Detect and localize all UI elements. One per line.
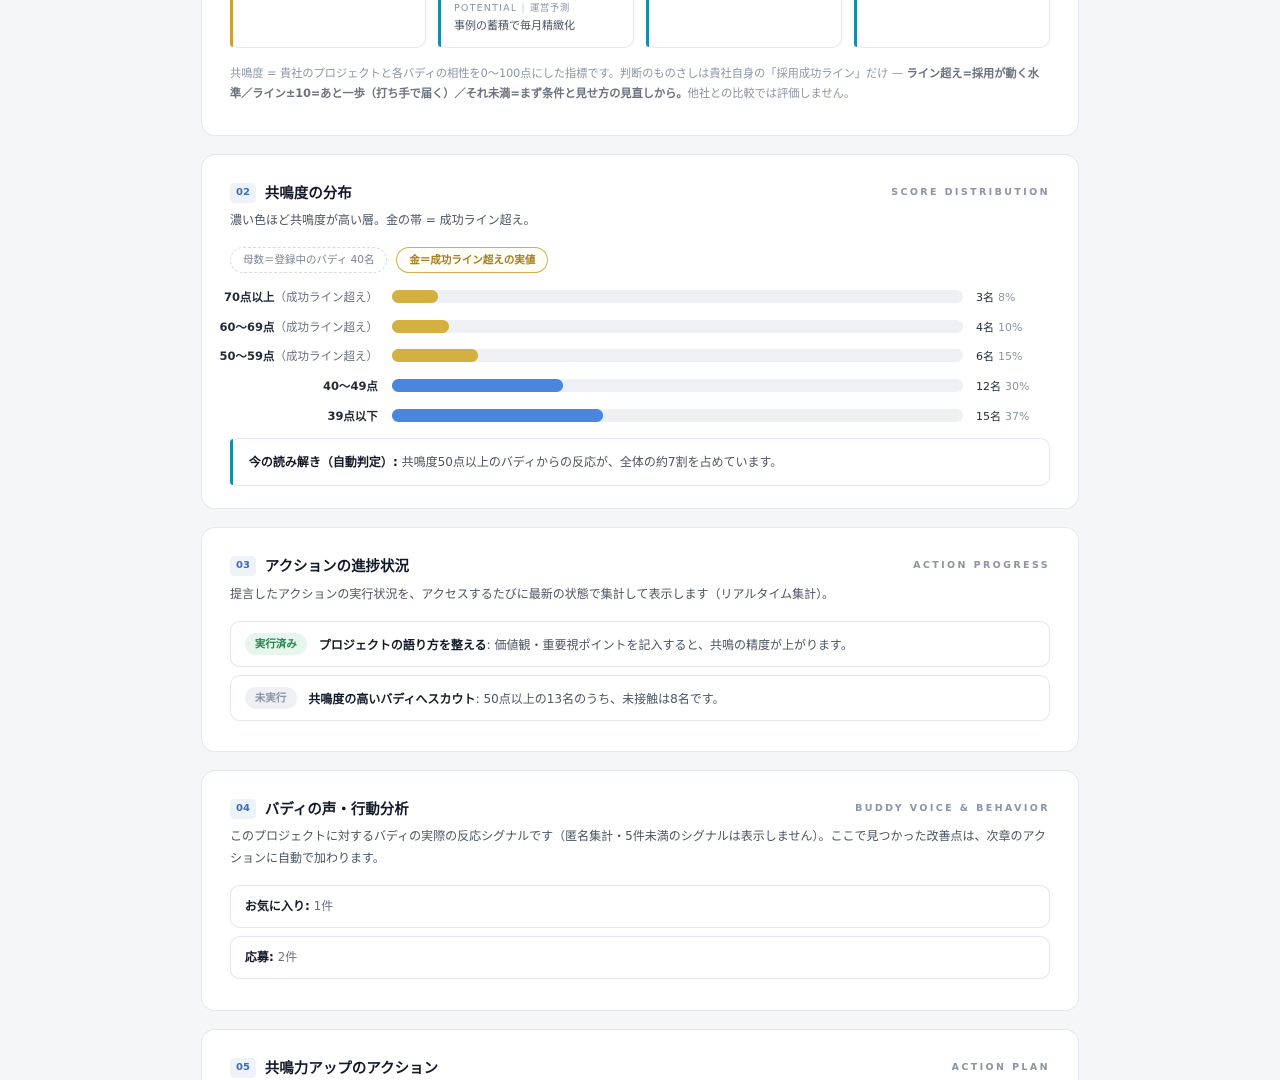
section-header: 04 バディの声・行動分析 BUDDY VOICE & BEHAVIOR <box>230 799 1050 819</box>
section-number: 04 <box>230 799 256 819</box>
legend-chips: 母数＝登録中のバディ 40名 金＝成功ライン超えの実値 <box>230 247 549 273</box>
distribution-row: 40〜49点 12名 30% <box>230 376 1050 406</box>
bar-label: 50〜59点（成功ライン超え） <box>219 349 378 364</box>
bar-below-line <box>392 408 604 422</box>
metric-tile <box>230 0 426 48</box>
section-english-label: BUDDY VOICE & BEHAVIOR <box>855 803 1050 814</box>
bar-value: 3名 8% <box>976 291 1016 304</box>
bar-value: 15名 37% <box>976 409 1030 423</box>
action-text: 共鳴度の高いバディへスカウト: 50点以上の13名のうち、未接触は8名です。 <box>308 691 725 706</box>
distribution-row: 60〜69点（成功ライン超え） 4名 10% <box>219 317 1050 347</box>
metric-tile <box>854 0 1050 48</box>
action-text: プロジェクトの語り方を整える: 価値観・重要視ポイントを記入すると、共鳴の精度が… <box>319 637 853 652</box>
score-explanation-note: 共鳴度 = 貴社のプロジェクトと各バディの相性を0〜100点にした指標です。判断… <box>230 67 1040 100</box>
bar-value: 12名 30% <box>976 380 1030 394</box>
bar-value: 4名 10% <box>976 320 1023 334</box>
bar-track <box>392 379 963 393</box>
bar-track <box>392 408 963 422</box>
metric-tag: POTENTIAL | 運営予測 <box>454 3 570 14</box>
section-description: このプロジェクトに対するバディの実際の反応シグナルです（匿名集計・5件未満のシグ… <box>230 829 1046 865</box>
metric-tile-potential: POTENTIAL | 運営予測 事例の蓄積で毎月精緻化 <box>438 0 634 48</box>
bar-value: 6名 15% <box>976 350 1023 364</box>
bar-label: 40〜49点 <box>322 379 378 394</box>
section-english-label: SCORE DISTRIBUTION <box>891 187 1050 198</box>
section-title: バディの声・行動分析 <box>265 802 409 818</box>
bar-label: 70点以上（成功ライン超え） <box>223 290 378 304</box>
distribution-row: 50〜59点（成功ライン超え） 6名 15% <box>219 346 1050 376</box>
bar-above-line <box>392 319 450 333</box>
bar-track <box>392 319 963 333</box>
metric-tile <box>646 0 842 48</box>
buddy-voice-section: 04 バディの声・行動分析 BUDDY VOICE & BEHAVIOR このプ… <box>201 770 1079 1011</box>
action-plan-section: 05 共鳴力アップのアクション ACTION PLAN <box>201 1029 1079 1080</box>
section-number: 02 <box>230 183 256 203</box>
auto-insight-callout: 今の読み解き（自動判定）: 共鳴度50点以上のバディからの反応が、全体の約7割を… <box>230 438 1050 486</box>
score-distribution-section: 02 共鳴度の分布 SCORE DISTRIBUTION 濃い色ほど共鳴度が高い… <box>201 154 1079 509</box>
bar-label: 60〜69点（成功ライン超え） <box>219 319 378 334</box>
section-english-label: ACTION PLAN <box>951 1062 1050 1073</box>
action-item[interactable]: 実行済み プロジェクトの語り方を整える: 価値観・重要視ポイントを記入すると、共… <box>230 621 1050 667</box>
section-header: 05 共鳴力アップのアクション ACTION PLAN <box>230 1058 1050 1078</box>
section-english-label: ACTION PROGRESS <box>913 560 1050 571</box>
bar-above-line <box>392 290 438 303</box>
base-count-chip: 母数＝登録中のバディ 40名 <box>230 247 388 273</box>
success-line-chip: 金＝成功ライン超えの実値 <box>396 247 549 273</box>
action-item[interactable]: 未実行 共鳴度の高いバディへスカウト: 50点以上の13名のうち、未接触は8名で… <box>230 675 1050 721</box>
section-description: 濃い色ほど共鳴度が高い層。金の帯 = 成功ライン超え。 <box>230 213 536 227</box>
status-badge-todo: 未実行 <box>245 687 297 709</box>
section-title: 共鳴力アップのアクション <box>265 1061 439 1077</box>
bar-track <box>392 349 963 363</box>
section-header: 03 アクションの進捗状況 ACTION PROGRESS <box>230 556 1050 576</box>
metric-caption: 事例の蓄積で毎月精緻化 <box>454 19 575 32</box>
distribution-row: 39点以下 15名 37% <box>230 406 1050 436</box>
section-title: アクションの進捗状況 <box>265 559 410 575</box>
section-title: 共鳴度の分布 <box>265 186 352 202</box>
bar-label: 39点以下 <box>327 408 378 423</box>
favorites-stat: お気に入り: 1件 <box>230 885 1050 928</box>
summary-card: POTENTIAL | 運営予測 事例の蓄積で毎月精緻化 共鳴度 = 貴社のプロジェ… <box>201 0 1079 136</box>
bar-above-line <box>392 349 478 363</box>
section-description: 提言したアクションの実行状況を、アクセスするたびに最新の状態で集計して表示します… <box>230 587 835 601</box>
action-progress-section: 03 アクションの進捗状況 ACTION PROGRESS 提言したアクションの… <box>201 527 1079 752</box>
section-number: 05 <box>230 1058 256 1078</box>
bar-track <box>392 290 963 303</box>
section-header: 02 共鳴度の分布 SCORE DISTRIBUTION <box>230 183 1050 203</box>
status-badge-done: 実行済み <box>245 633 307 655</box>
distribution-chart: 70点以上（成功ライン超え） 3名 8% 60〜69点（成功ライン超え） 4名 10% 50… <box>219 287 1050 436</box>
bar-below-line <box>392 379 564 393</box>
distribution-row: 70点以上（成功ライン超え） 3名 8% <box>224 287 1050 317</box>
applications-stat: 応募: 2件 <box>230 936 1050 979</box>
metric-tiles: POTENTIAL | 運営予測 事例の蓄積で毎月精緻化 <box>230 0 1050 48</box>
section-number: 03 <box>230 556 256 576</box>
